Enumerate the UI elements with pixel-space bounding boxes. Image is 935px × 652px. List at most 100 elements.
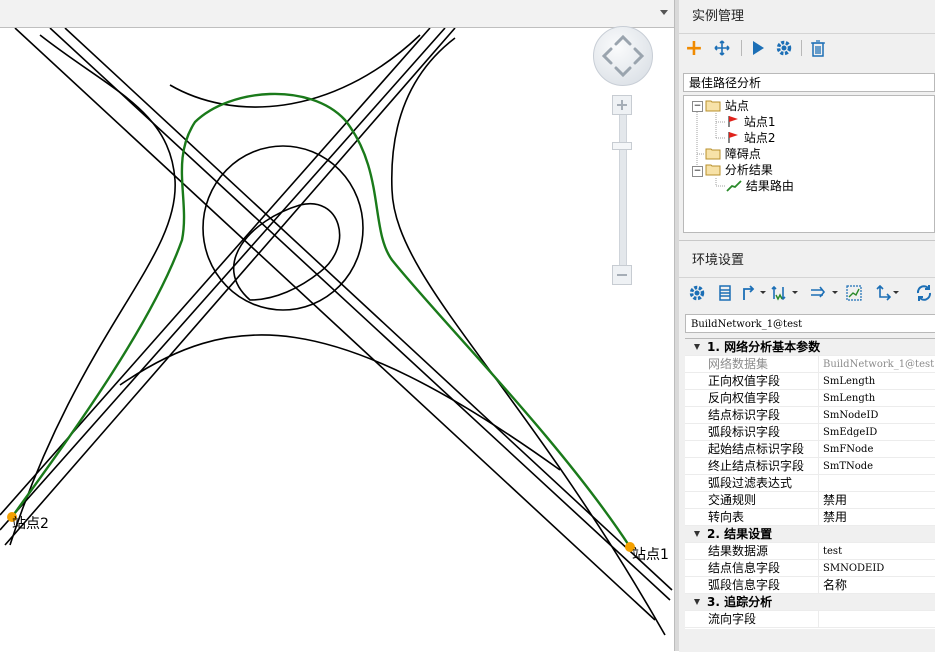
grid-icon[interactable] xyxy=(845,284,863,302)
category-title: 2. 结果设置 xyxy=(707,527,773,541)
collapse-triangle-icon xyxy=(694,599,700,605)
category-result-settings[interactable]: 2. 结果设置 xyxy=(685,526,935,543)
tree-site-1-label: 站点1 xyxy=(743,115,776,129)
minus-icon xyxy=(617,274,627,276)
road-segment xyxy=(232,202,341,301)
delete-icon[interactable] xyxy=(809,39,827,57)
direction-icon[interactable] xyxy=(810,284,828,302)
instance-select[interactable]: 最佳路径分析 xyxy=(683,73,935,92)
settings-icon[interactable] xyxy=(775,39,793,57)
property-name: 转向表 xyxy=(708,510,745,524)
property-row[interactable]: 反向权值字段 SmLength xyxy=(685,390,935,407)
property-name: 反向权值字段 xyxy=(708,391,781,405)
property-name: 网络数据集 xyxy=(708,357,769,371)
property-row[interactable]: 正向权值字段 SmLength xyxy=(685,373,935,390)
tree-result-route[interactable]: 结果路由 xyxy=(726,178,794,194)
property-value: 禁用 xyxy=(818,509,935,526)
property-row[interactable]: 网络数据集 BuildNetwork_1@test xyxy=(685,356,935,373)
path-dropdown-icon[interactable] xyxy=(760,291,766,294)
red-flag-icon xyxy=(728,132,738,143)
zoom-slider-track[interactable] xyxy=(619,115,627,265)
map-view[interactable]: 站点2 站点1 xyxy=(0,28,674,651)
run-icon[interactable] xyxy=(749,39,767,57)
tree-site-1[interactable]: 站点1 xyxy=(726,114,775,130)
category-title: 1. 网络分析基本参数 xyxy=(707,340,821,354)
pan-arrows-icon xyxy=(601,34,645,78)
tree-site-2[interactable]: 站点2 xyxy=(726,130,775,146)
result-route-line xyxy=(11,92,632,548)
map-tab-strip xyxy=(0,0,674,28)
property-row[interactable]: 结点标识字段 SmNodeID xyxy=(685,407,935,424)
property-value: SmTNode xyxy=(818,458,935,475)
category-trace-analysis[interactable]: 3. 追踪分析 xyxy=(685,594,935,611)
plus-icon xyxy=(617,100,627,110)
property-row[interactable]: 结点信息字段 SMNODEID xyxy=(685,560,935,577)
instance-tree: − 站点 站点1 站点2 障碍点 − 分析结果 结果路由 xyxy=(683,95,935,233)
property-row[interactable]: 弧段过滤表达式 xyxy=(685,475,935,492)
window-list-dropdown-icon[interactable] xyxy=(660,10,668,15)
folder-icon xyxy=(705,100,721,112)
property-name: 交通规则 xyxy=(708,493,757,507)
property-row[interactable]: 流向字段 xyxy=(685,611,935,628)
property-name: 弧段标识字段 xyxy=(708,425,781,439)
property-row[interactable]: 弧段标识字段 SmEdgeID xyxy=(685,424,935,441)
property-value xyxy=(818,611,935,628)
add-icon[interactable]: + xyxy=(685,36,703,61)
folder-icon xyxy=(705,148,721,160)
zoom-out-button[interactable] xyxy=(612,265,632,285)
move-icon[interactable] xyxy=(713,39,731,57)
category-title: 3. 追踪分析 xyxy=(707,595,773,609)
tree-results-folder[interactable]: 分析结果 xyxy=(705,162,773,178)
property-row[interactable]: 弧段信息字段 名称 xyxy=(685,577,935,594)
property-value: BuildNetwork_1@test xyxy=(818,356,935,373)
weight-icon[interactable] xyxy=(771,284,789,302)
tree-sites-folder[interactable]: 站点 xyxy=(705,98,749,114)
property-name: 结点信息字段 xyxy=(708,561,781,575)
property-value: SmLength xyxy=(818,390,935,407)
category-basic-params[interactable]: 1. 网络分析基本参数 xyxy=(685,339,935,356)
toolbar-separator xyxy=(801,40,802,56)
property-row[interactable]: 终止结点标识字段 SmTNode xyxy=(685,458,935,475)
collapse-sites-toggle[interactable]: − xyxy=(692,101,703,112)
property-value: SmEdgeID xyxy=(818,424,935,441)
collapse-results-toggle[interactable]: − xyxy=(692,166,703,177)
tree-sites-label: 站点 xyxy=(724,99,749,113)
property-name: 终止结点标识字段 xyxy=(708,459,805,473)
road-segment xyxy=(119,334,561,471)
property-value: SmLength xyxy=(818,373,935,390)
property-name: 起始结点标识字段 xyxy=(708,442,805,456)
property-row[interactable]: 起始结点标识字段 SmFNode xyxy=(685,441,935,458)
tree-result-route-label: 结果路由 xyxy=(745,179,794,193)
weight-dropdown-icon[interactable] xyxy=(792,291,798,294)
dataset-icon[interactable] xyxy=(716,284,734,302)
property-value: 名称 xyxy=(818,577,935,594)
refresh-icon[interactable] xyxy=(915,284,935,302)
tree-barriers-folder[interactable]: 障碍点 xyxy=(705,146,761,162)
coordinate-dropdown-icon[interactable] xyxy=(893,291,899,294)
folder-icon xyxy=(705,164,721,176)
property-grid: 1. 网络分析基本参数 网络数据集 BuildNetwork_1@test 正向权… xyxy=(685,338,935,629)
property-value xyxy=(818,475,935,492)
road-segment xyxy=(9,34,176,546)
property-value: 禁用 xyxy=(818,492,935,509)
tree-site-2-label: 站点2 xyxy=(743,131,776,145)
settings-icon[interactable] xyxy=(688,284,706,302)
zoom-in-button[interactable] xyxy=(612,95,632,115)
coordinate-icon[interactable] xyxy=(874,284,892,302)
pan-control[interactable] xyxy=(593,26,653,86)
path-icon[interactable] xyxy=(740,284,758,302)
direction-dropdown-icon[interactable] xyxy=(832,291,838,294)
tree-barriers-label: 障碍点 xyxy=(724,147,761,161)
zoom-slider-handle[interactable] xyxy=(612,142,632,150)
property-name: 流向字段 xyxy=(708,612,757,626)
network-dataset-select[interactable]: BuildNetwork_1@test xyxy=(685,314,935,333)
property-name: 弧段过滤表达式 xyxy=(708,476,793,490)
property-name: 弧段信息字段 xyxy=(708,578,781,592)
property-value: SmFNode xyxy=(818,441,935,458)
property-row[interactable]: 转向表 禁用 xyxy=(685,509,935,526)
red-flag-icon xyxy=(728,116,738,127)
property-row[interactable]: 交通规则 禁用 xyxy=(685,492,935,509)
route-line-icon xyxy=(726,180,742,192)
toolbar-separator xyxy=(741,40,742,56)
property-row[interactable]: 结果数据源 test xyxy=(685,543,935,560)
